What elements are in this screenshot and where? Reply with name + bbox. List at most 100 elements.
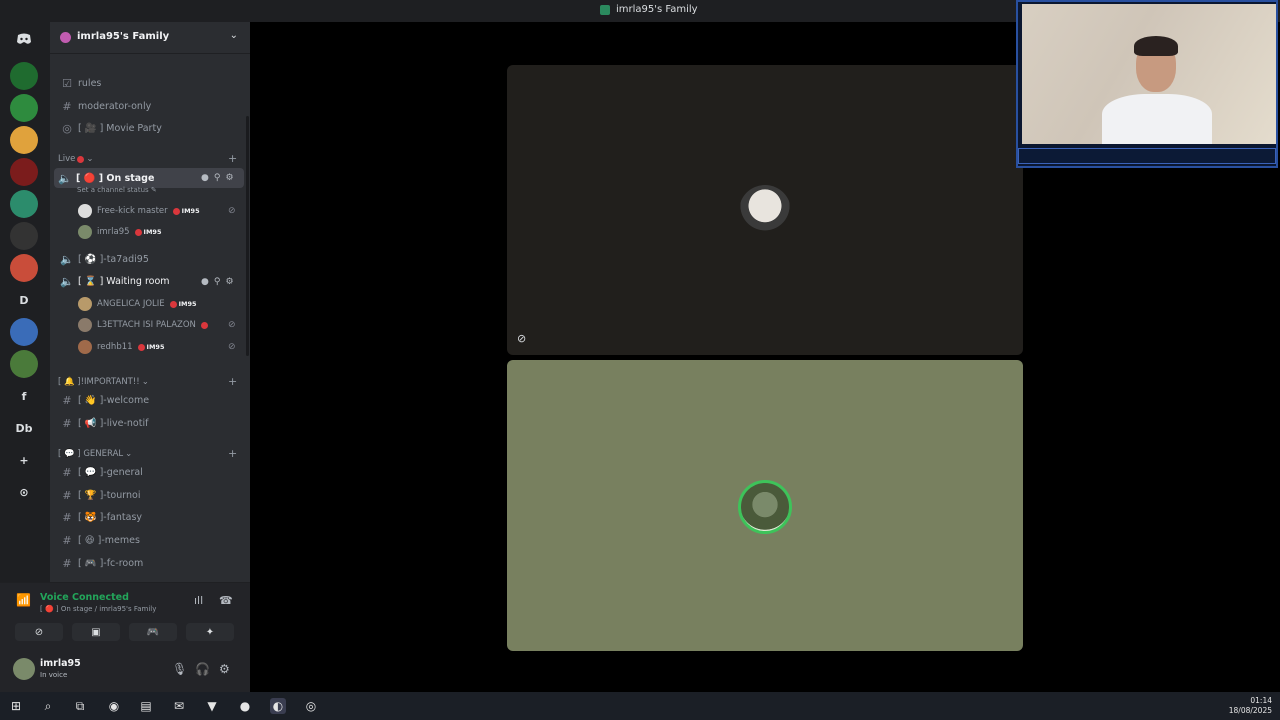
voice-connection-panel: 📶 Voice Connected [ 🔴 ] On stage / imrla… [0, 582, 250, 650]
category-live[interactable]: Live ⌄ [58, 154, 93, 164]
activity-button[interactable]: 🎮 [129, 623, 177, 641]
participant-tile[interactable] [507, 360, 1023, 651]
speaker-icon: 🔈 [60, 274, 74, 288]
add-channel-icon[interactable]: + [228, 447, 237, 460]
channel-general[interactable]: #[ 💬 ]-general [56, 462, 242, 482]
avatar[interactable] [13, 658, 35, 680]
scrollbar[interactable] [246, 116, 249, 356]
pencil-icon: ✎ [150, 186, 157, 194]
avatar [78, 318, 92, 332]
category-important[interactable]: [ 🔔 ]!IMPORTANT!! ⌄ [58, 377, 149, 387]
server-badge: IM95 [137, 343, 164, 351]
server-icon[interactable] [10, 254, 38, 282]
channel-moderator-only[interactable]: # moderator-only [56, 96, 242, 116]
chat-icon[interactable]: ● [201, 173, 209, 183]
channel-memes[interactable]: #[ 😆 ]-memes [56, 530, 242, 550]
channel-live-notif[interactable]: #[ 📢 ]-live-notif [56, 413, 242, 433]
server-icon-f[interactable]: f [10, 382, 38, 410]
channel-ta7adi95[interactable]: 🔈[ ⚽ ]-ta7adi95 [56, 249, 242, 269]
chevron-down-icon: ⌄ [86, 154, 94, 164]
server-icon [600, 4, 610, 15]
headphones-icon[interactable]: 🎧 [195, 662, 210, 676]
file-explorer-icon[interactable]: ▤ [138, 698, 154, 714]
camera-off-button[interactable]: ⊘ [15, 623, 63, 641]
obs-icon[interactable]: ◎ [303, 698, 319, 714]
category-general[interactable]: [ 💬 ] GENERAL ⌄ [58, 449, 132, 459]
server-icon[interactable] [10, 318, 38, 346]
voice-user[interactable]: ANGELICA JOLIE IM95 [78, 295, 197, 313]
windows-start-icon[interactable]: ⊞ [8, 698, 24, 714]
explore-icon[interactable]: ⊙ [10, 478, 38, 506]
brave-icon[interactable]: ▼ [204, 698, 220, 714]
soundboard-icon: ✦ [205, 626, 215, 638]
voice-user[interactable]: Free-kick master IM95 [78, 202, 200, 220]
user-panel: imrla95 In voice 🎙 🎧 ⚙ [0, 650, 250, 692]
microphone-icon[interactable]: 🎙 [172, 662, 187, 676]
hash-icon: # [62, 99, 72, 113]
spotify-icon[interactable]: ● [237, 698, 253, 714]
server-badge: IM95 [172, 207, 200, 215]
server-header[interactable]: imrla95's Family ⌄ [50, 22, 250, 54]
task-view-icon[interactable]: ⧉ [72, 698, 88, 714]
mic-muted-icon: ⊘ [228, 342, 236, 352]
channel-fc-room[interactable]: #[ 🎮 ]-fc-room [56, 553, 242, 573]
channel-rules[interactable]: ☑ rules [56, 73, 242, 93]
noise-suppression-icon[interactable]: ıll [194, 594, 203, 607]
server-icon-d[interactable]: D [10, 286, 38, 314]
channel-movie-party[interactable]: ◎[ 🎥 ] Movie Party [56, 118, 242, 138]
participant-tile[interactable]: ⊘ [507, 65, 1023, 355]
chevron-down-icon[interactable]: ⌄ [230, 30, 238, 41]
server-icon[interactable] [10, 94, 38, 122]
disconnect-icon[interactable]: ☎ [219, 594, 233, 607]
voice-user[interactable]: L3ETTACH ISI PALAZON [78, 316, 208, 334]
stage-icon: ◎ [62, 121, 72, 135]
voice-status[interactable]: Voice Connected [40, 592, 129, 603]
voice-user[interactable]: redhb11 IM95 [78, 338, 164, 356]
signal-icon: 📶 [16, 593, 31, 607]
add-channel-icon[interactable]: + [228, 152, 237, 165]
gear-icon[interactable]: ⚙ [219, 662, 230, 676]
voice-user[interactable]: imrla95 IM95 [78, 223, 161, 241]
outlook-icon[interactable]: ✉ [171, 698, 187, 714]
gear-icon[interactable]: ⚙ [225, 173, 233, 183]
speaker-icon: 🔈 [58, 171, 72, 185]
avatar [78, 297, 92, 311]
server-icon[interactable] [10, 350, 38, 378]
invite-icon[interactable]: ⚲ [214, 277, 221, 287]
search-icon[interactable]: ⌕ [40, 698, 56, 714]
gear-icon[interactable]: ⚙ [225, 277, 233, 287]
channel-fantasy[interactable]: #[ 🐯 ]-fantasy [56, 507, 242, 527]
soundboard-button[interactable]: ✦ [186, 623, 234, 641]
mic-muted-icon: ⊘ [228, 206, 236, 216]
server-dot-icon [60, 32, 71, 43]
clock[interactable]: 01:14 18/08/2025 [1229, 696, 1272, 716]
server-icon-db[interactable]: Db [10, 414, 38, 442]
avatar [738, 480, 792, 534]
hash-icon: # [62, 416, 72, 430]
server-badge: IM95 [169, 300, 197, 308]
server-icon[interactable] [10, 190, 38, 218]
server-icon[interactable] [10, 222, 38, 250]
server-icon[interactable] [10, 126, 38, 154]
channel-welcome[interactable]: #[ 👋 ]-welcome [56, 390, 242, 410]
webcam-image [1022, 4, 1276, 144]
chat-icon[interactable]: ● [201, 277, 209, 287]
add-channel-icon[interactable]: + [228, 375, 237, 388]
channel-status[interactable]: Set a channel status ✎ [77, 186, 157, 194]
edge-icon[interactable]: ◉ [106, 698, 122, 714]
server-name: imrla95's Family [77, 31, 170, 42]
mic-muted-icon: ⊘ [517, 332, 527, 345]
channel-tournoi[interactable]: #[ 🏆 ]-tournoi [56, 485, 242, 505]
invite-icon[interactable]: ⚲ [214, 173, 221, 183]
discord-home-icon[interactable] [10, 25, 38, 53]
share-screen-button[interactable]: ▣ [72, 623, 120, 641]
server-icon[interactable] [10, 62, 38, 90]
add-server-icon[interactable]: + [10, 446, 38, 474]
live-dot-icon [77, 155, 85, 163]
webcam-overlay [1016, 0, 1278, 168]
user-name[interactable]: imrla95 [40, 658, 81, 669]
avatar [78, 340, 92, 354]
voice-location[interactable]: [ 🔴 ] On stage / imrla95's Family [40, 605, 156, 613]
server-icon[interactable] [10, 158, 38, 186]
discord-icon[interactable]: ◐ [270, 698, 286, 714]
